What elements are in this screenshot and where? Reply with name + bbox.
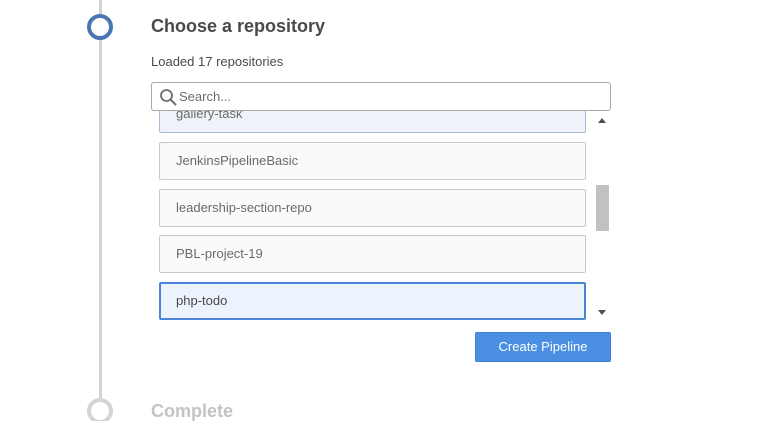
pipeline-wizard: Choose a repository Loaded 17 repositori…	[0, 0, 772, 421]
repository-item-jenkinspipelinebasic[interactable]: JenkinsPipelineBasic	[159, 142, 586, 180]
repository-list-scrollbar[interactable]	[593, 111, 611, 325]
step-title-complete: Complete	[151, 401, 234, 421]
step-title-choose-repository: Choose a repository	[151, 16, 326, 36]
scrollbar-thumb[interactable]	[596, 185, 609, 231]
search-box[interactable]	[151, 82, 611, 111]
repository-item-gallery-task[interactable]: gallery-task	[159, 111, 586, 133]
timeline-line	[99, 0, 102, 421]
step-indicator-active	[87, 14, 113, 40]
repository-list[interactable]: gallery-task JenkinsPipelineBasic leader…	[151, 111, 593, 325]
loaded-count-text: Loaded 17 repositories	[151, 54, 284, 69]
repository-item-pbl-project-19[interactable]: PBL-project-19	[159, 235, 586, 273]
step-indicator-pending	[87, 398, 113, 421]
repository-item-leadership-section-repo[interactable]: leadership-section-repo	[159, 189, 586, 227]
create-pipeline-button[interactable]: Create Pipeline	[475, 332, 611, 362]
repository-item-php-todo[interactable]: php-todo	[159, 282, 586, 320]
search-icon	[160, 89, 177, 106]
scroll-up-arrow-icon[interactable]	[598, 118, 606, 123]
scroll-down-arrow-icon[interactable]	[598, 310, 606, 315]
search-input[interactable]	[179, 86, 599, 107]
